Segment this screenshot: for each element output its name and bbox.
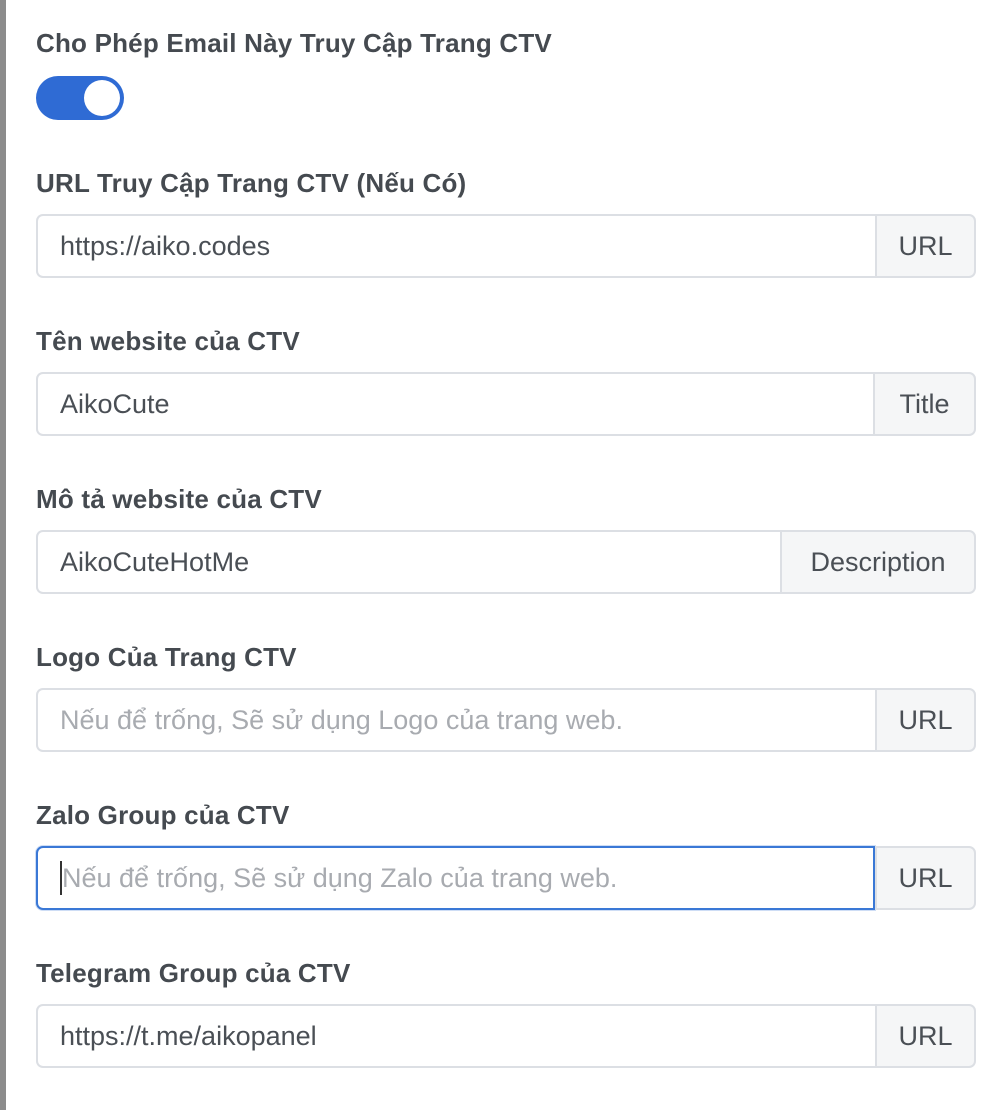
logo-label: Logo Của Trang CTV — [36, 642, 297, 672]
site-name-addon: Title — [873, 372, 976, 436]
site-name-label: Tên website của CTV — [36, 326, 300, 356]
telegram-group-group: https://t.me/aikopanel URL — [36, 1004, 976, 1068]
site-description-group: AikoCuteHotMe Description — [36, 530, 976, 594]
zalo-group-label: Zalo Group của CTV — [36, 800, 290, 830]
telegram-group-label: Telegram Group của CTV — [36, 958, 351, 988]
site-description-input[interactable]: AikoCuteHotMe — [36, 530, 780, 594]
access-url-addon: URL — [875, 214, 976, 278]
telegram-group-addon: URL — [875, 1004, 976, 1068]
access-url-input[interactable]: https://aiko.codes — [36, 214, 875, 278]
allow-access-label: Cho Phép Email Này Truy Cập Trang CTV — [36, 28, 552, 58]
zalo-group-placeholder: Nếu để trống, Sẽ sử dụng Zalo của trang … — [62, 862, 618, 893]
site-description-label: Mô tả website của CTV — [36, 484, 322, 514]
allow-access-toggle[interactable] — [36, 76, 124, 120]
toggle-knob — [84, 80, 120, 116]
zalo-group-input[interactable]: Nếu để trống, Sẽ sử dụng Zalo của trang … — [36, 846, 875, 910]
telegram-group-input[interactable]: https://t.me/aikopanel — [36, 1004, 875, 1068]
access-url-label: URL Truy Cập Trang CTV (Nếu Có) — [36, 168, 467, 198]
left-panel-edge — [0, 0, 6, 1110]
logo-input[interactable]: Nếu để trống, Sẽ sử dụng Logo của trang … — [36, 688, 875, 752]
logo-group: Nếu để trống, Sẽ sử dụng Logo của trang … — [36, 688, 976, 752]
access-url-group: https://aiko.codes URL — [36, 214, 976, 278]
zalo-group-group: Nếu để trống, Sẽ sử dụng Zalo của trang … — [36, 846, 976, 910]
site-description-addon: Description — [780, 530, 976, 594]
site-name-group: AikoCute Title — [36, 372, 976, 436]
logo-addon: URL — [875, 688, 976, 752]
zalo-group-addon: URL — [875, 846, 976, 910]
site-name-input[interactable]: AikoCute — [36, 372, 873, 436]
